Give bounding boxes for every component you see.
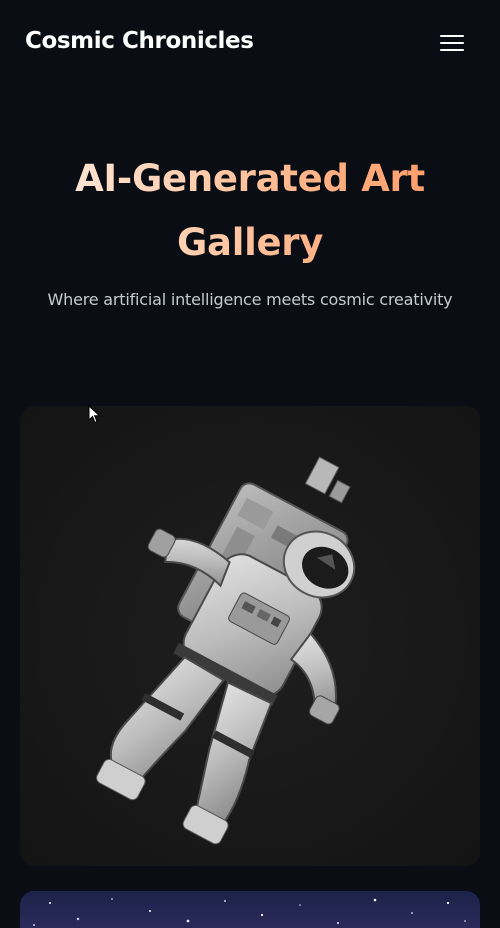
- astronaut-spacewalk-image: [96, 456, 356, 845]
- menu-line: [440, 42, 464, 44]
- page-title: AI-Generated Art Gallery: [40, 147, 460, 275]
- gallery-card-starfield[interactable]: [20, 891, 480, 928]
- site-brand-title[interactable]: Cosmic Chronicles: [25, 28, 254, 54]
- menu-line: [440, 49, 464, 51]
- gallery-card-astronaut[interactable]: [20, 406, 480, 866]
- page-subtitle: Where artificial intelligence meets cosm…: [47, 290, 453, 309]
- mouse-cursor-icon: [88, 405, 101, 424]
- top-nav-bar: Cosmic Chronicles: [0, 0, 500, 86]
- starfield-image: [33, 898, 466, 926]
- hamburger-menu-icon[interactable]: [436, 30, 468, 56]
- menu-line: [440, 35, 464, 37]
